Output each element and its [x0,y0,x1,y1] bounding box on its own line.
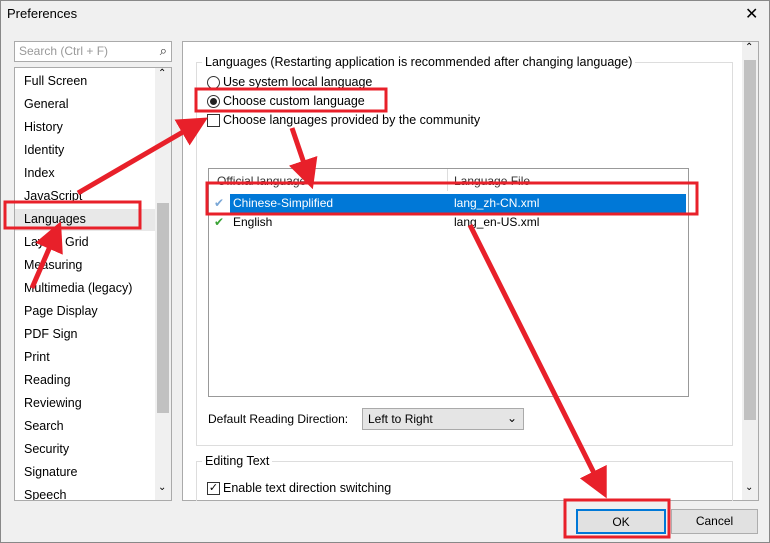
sidebar-scrollbar[interactable]: ⌃ ⌄ [155,68,171,500]
sidebar-item-pdf-sign[interactable]: PDF Sign [15,324,155,346]
sidebar-item-reviewing[interactable]: Reviewing [15,393,155,415]
preferences-dialog: Preferences ✕ Search (Ctrl + F) ⌕ Speech S… [0,0,770,543]
sidebar-item-history[interactable]: History [15,117,155,139]
radio-button[interactable] [207,94,220,108]
panel-scrollbar[interactable]: ⌃ ⌄ [742,42,758,500]
radio-system-language[interactable]: Use system local language [207,75,372,89]
search-placeholder: Search (Ctrl + F) [19,44,109,58]
sidebar-item-signature[interactable]: Signature [15,462,155,484]
sidebar-item-identity[interactable]: Identity [15,140,155,162]
column-header-file[interactable]: Language File [454,174,530,188]
category-list: Speech Signature Security Search Reviewing Re… [14,67,172,501]
sidebar-item-print[interactable]: Print [15,347,155,369]
scroll-up-icon[interactable]: ⌃ [745,42,753,53]
text-direction-checkbox[interactable]: ✓ Enable text direction switching [207,481,391,495]
search-icon[interactable]: ⌕ [160,43,167,59]
language-name: Chinese-Simplified [233,196,334,210]
checkbox[interactable] [207,113,220,127]
panel-scroll-thumb[interactable] [744,60,756,420]
reading-direction-label: Default Reading Direction: [208,412,349,426]
sidebar-item-multimedia-legacy[interactable]: Multimedia (legacy) [15,278,155,300]
cancel-button[interactable]: Cancel [671,509,758,534]
sidebar-item-speech[interactable]: Speech [15,485,155,500]
check-icon: ✔ [214,196,225,210]
language-name: English [233,215,273,229]
scroll-up-icon[interactable]: ⌃ [158,68,166,79]
checkbox-label: Enable text direction switching [223,481,392,495]
sidebar-item-index[interactable]: Index [15,163,155,185]
radio-button[interactable] [207,75,220,89]
close-icon[interactable]: ✕ [745,4,758,24]
select-value: Left to Right [368,412,433,426]
chevron-down-icon: ⌄ [506,411,517,425]
sidebar-item-languages[interactable]: Languages [15,209,155,231]
sidebar-item-measuring[interactable]: Measuring [15,255,155,277]
languages-group-label: Languages (Restarting application is rec… [202,55,636,69]
sidebar-item-full-screen[interactable]: Full Screen [15,71,155,93]
language-table: Official language Language File ✔ Chines… [208,168,689,397]
sidebar-item-general[interactable]: General [15,94,155,116]
check-icon: ✔ [214,215,225,229]
sidebar-item-search[interactable]: Search [15,416,155,438]
scroll-down-icon[interactable]: ⌄ [745,482,753,493]
table-row[interactable]: ✔ Chinese-Simplified lang_zh-CN.xml [209,194,688,213]
radio-custom-language[interactable]: Choose custom language [207,94,365,108]
language-file: lang_zh-CN.xml [454,196,540,210]
column-header-language[interactable]: Official language [217,174,306,188]
sidebar-item-security[interactable]: Security [15,439,155,461]
ok-button[interactable]: OK [576,509,666,534]
checkbox[interactable]: ✓ [207,481,220,495]
reading-direction-select[interactable]: Left to Right ⌄ [362,408,524,430]
radio-label: Use system local language [223,75,373,89]
sidebar-item-reading[interactable]: Reading [15,370,155,392]
radio-label: Choose custom language [223,94,365,108]
dialog-title: Preferences [7,6,78,21]
sidebar-scroll-thumb[interactable] [157,203,169,413]
language-file: lang_en-US.xml [454,215,540,229]
community-languages-checkbox[interactable]: Choose languages provided by the communi… [207,113,480,127]
sidebar-item-page-display[interactable]: Page Display [15,301,155,323]
sidebar-item-javascript[interactable]: JavaScript [15,186,155,208]
scroll-down-icon[interactable]: ⌄ [158,482,166,493]
checkbox-label: Choose languages provided by the communi… [223,113,481,127]
sidebar-item-layout-grid[interactable]: Layout Grid [15,232,155,254]
editing-group-label: Editing Text [202,454,273,468]
table-row[interactable]: ✔ English lang_en-US.xml [209,213,688,232]
search-input[interactable]: Search (Ctrl + F) ⌕ [14,41,172,62]
